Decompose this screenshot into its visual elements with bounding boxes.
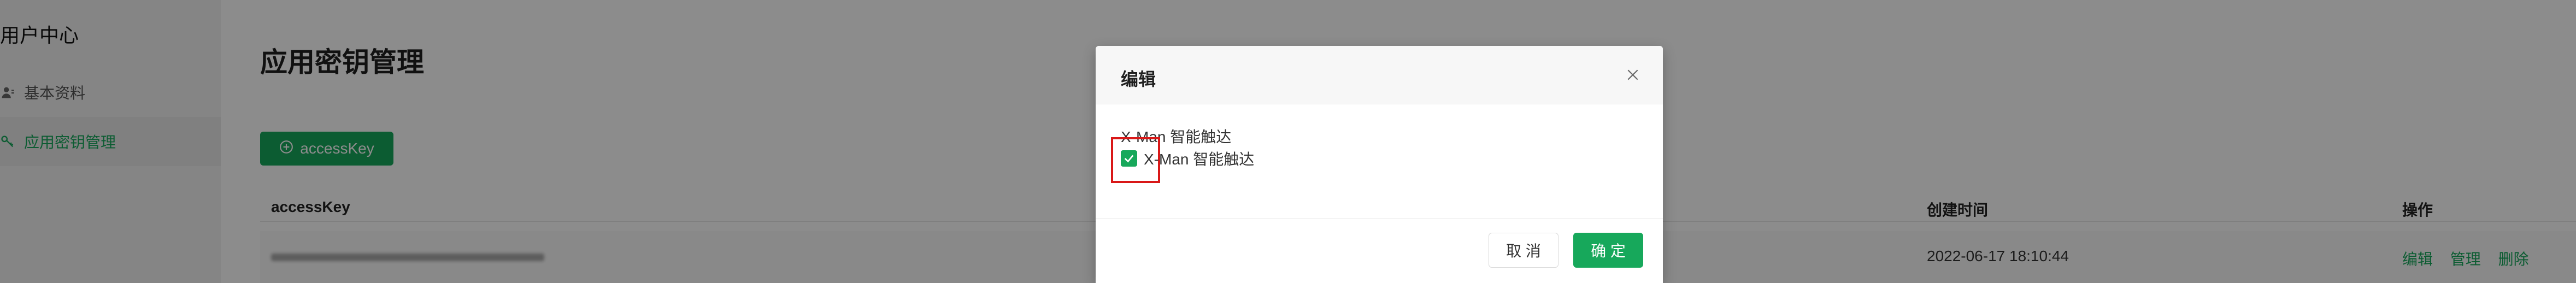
checkbox-row[interactable]: X-Man 智能触达 <box>1121 148 1254 169</box>
confirm-button[interactable]: 确 定 <box>1573 233 1643 268</box>
check-icon <box>1124 155 1134 163</box>
modal-body: X-Man 智能触达 X-Man 智能触达 <box>1096 104 1663 219</box>
edit-modal: 编辑 X-Man 智能触达 X-Man 智能触达 取 消 确 定 <box>1096 46 1663 283</box>
close-button[interactable] <box>1622 64 1643 85</box>
xman-checkbox[interactable] <box>1121 150 1137 167</box>
checkbox-label: X-Man 智能触达 <box>1144 151 1255 168</box>
cancel-button[interactable]: 取 消 <box>1489 233 1558 268</box>
modal-footer: 取 消 确 定 <box>1096 218 1663 283</box>
modal-title: 编辑 <box>1121 69 1156 89</box>
close-icon <box>1627 69 1638 80</box>
modal-header: 编辑 <box>1096 46 1663 104</box>
